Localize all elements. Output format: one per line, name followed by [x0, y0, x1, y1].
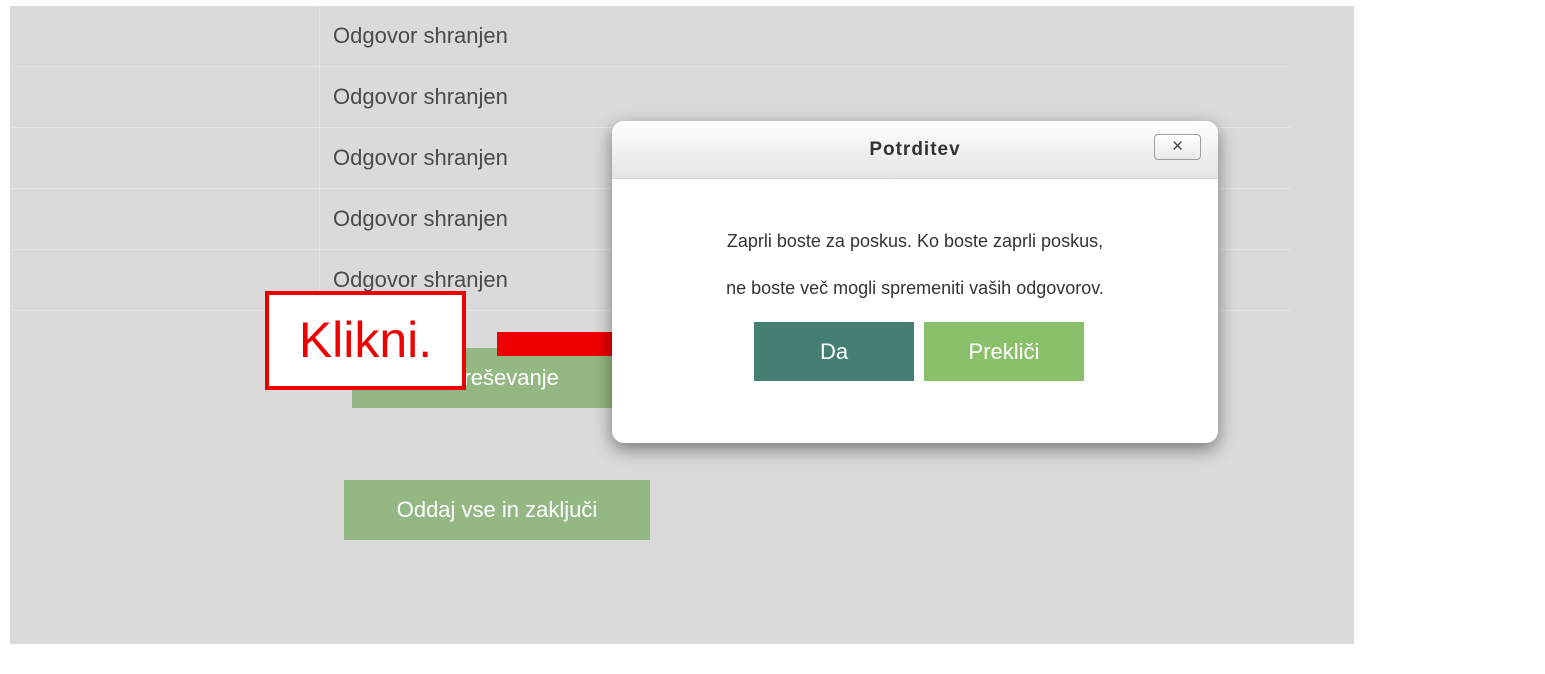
submit-all-and-finish-button[interactable]: Oddaj vse in zaključi: [344, 480, 650, 540]
question-cell: [10, 188, 320, 250]
submit-all-and-finish-label: Oddaj vse in zaključi: [396, 497, 598, 522]
status-cell: Odgovor shranjen: [319, 6, 1290, 67]
cancel-button[interactable]: Prekliči: [924, 322, 1084, 381]
table-row: Odgovor shranjen: [10, 66, 1290, 128]
status-cell: Odgovor shranjen: [319, 66, 1290, 128]
click-annotation-box: Klikni.: [265, 291, 466, 390]
confirmation-dialog: Potrditev × Zaprli boste za poskus. Ko b…: [612, 121, 1218, 443]
dialog-header: Potrditev ×: [612, 121, 1218, 179]
screen: Odgovor shranjen Odgovor shranjen Odgovo…: [0, 0, 1545, 674]
close-icon[interactable]: ×: [1154, 134, 1201, 160]
cancel-label: Prekliči: [968, 339, 1040, 364]
question-cell: [10, 6, 320, 67]
dialog-message-line-1: Zaprli boste za poskus. Ko boste zaprli …: [726, 231, 1104, 251]
dialog-title: Potrditev: [869, 139, 961, 160]
confirm-yes-label: Da: [819, 339, 849, 364]
question-cell: [10, 127, 320, 189]
question-cell: [10, 66, 320, 128]
click-annotation-label: Klikni.: [298, 312, 433, 368]
table-row: Odgovor shranjen: [10, 6, 1290, 67]
dialog-message-line-2: ne boste več mogli spremeniti vaših odgo…: [726, 278, 1104, 298]
confirm-yes-button[interactable]: Da: [754, 322, 914, 381]
